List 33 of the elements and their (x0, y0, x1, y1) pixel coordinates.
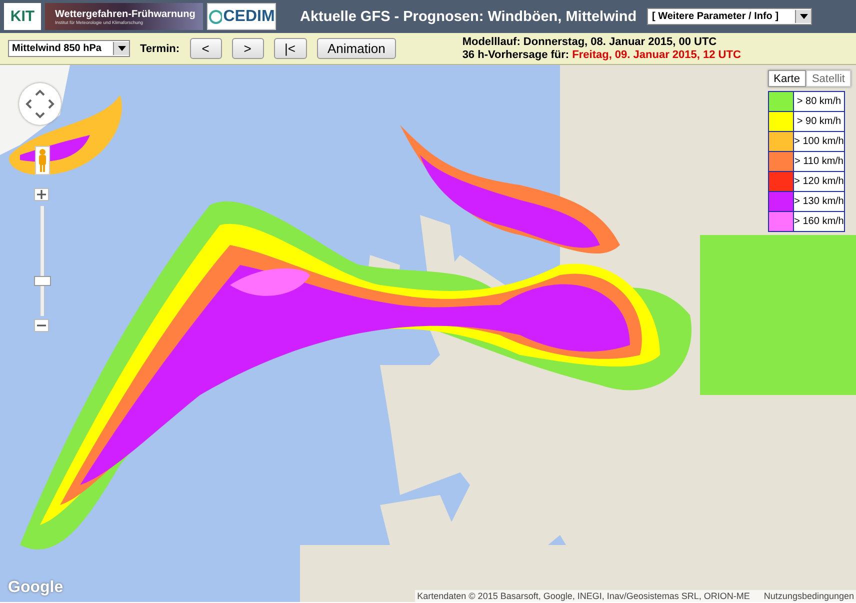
legend-label: > 160 km/h (794, 212, 844, 232)
kit-logo[interactable]: KIT (4, 3, 41, 30)
legend-label: > 90 km/h (794, 112, 844, 132)
terms-link[interactable]: Nutzungsbedingungen (764, 591, 854, 601)
map-drawing[interactable] (0, 65, 856, 602)
map-type-tab[interactable]: Karte (768, 70, 806, 87)
attribution-text: Kartendaten © 2015 Basarsoft, Google, INEGI, Inav/Geosistemas SRL, ORION-ME (417, 591, 750, 601)
banner-title: Wettergefahren-Frühwarnung (55, 8, 196, 20)
nav-button[interactable]: |< (274, 38, 306, 59)
plus-icon (37, 190, 46, 199)
zoom-in-button[interactable] (34, 188, 49, 201)
legend-label: > 130 km/h (794, 192, 844, 212)
legend-label: > 100 km/h (794, 132, 844, 152)
nav-button[interactable]: > (232, 38, 264, 59)
page-title: Aktuelle GFS - Prognosen: Windböen, Mittelwind (300, 8, 638, 24)
legend-label: > 110 km/h (794, 152, 844, 172)
forecast-text: 36 h-Vorhersage für: Freitag, 09. Januar 2015, 12 UTC (462, 48, 741, 62)
caret-icon (800, 14, 808, 19)
nav-button[interactable]: Animation (316, 38, 396, 59)
map-type-tab[interactable]: Satellit (806, 70, 851, 87)
zoom-slider-thumb[interactable] (34, 276, 51, 286)
level-select[interactable]: Mittelwind 850 hPa (8, 40, 130, 57)
zoom-out-button[interactable] (34, 319, 49, 332)
termin-label: Termin: (140, 42, 180, 54)
cedim-logo[interactable]: CEDIM (207, 3, 276, 30)
parameter-dropdown[interactable]: [ Weitere Parameter / Info ] (647, 8, 812, 25)
legend-label: > 120 km/h (794, 172, 844, 192)
model-run-text: Modelllauf: Donnerstag, 08. Januar 2015, 00 UTC (462, 36, 718, 48)
nav-button[interactable]: < (190, 38, 222, 59)
caret-icon (118, 46, 126, 51)
legend-label: > 80 km/h (794, 92, 844, 112)
person-icon[interactable] (35, 146, 50, 175)
ring-icon (208, 8, 222, 24)
